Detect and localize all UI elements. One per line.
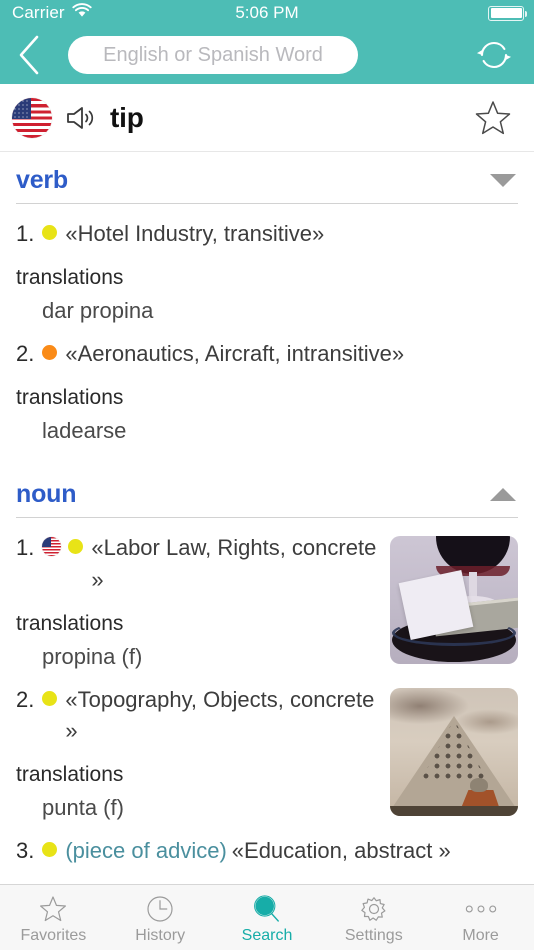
nav-bar: English or Spanish Word [0,26,534,84]
status-bar: Carrier 5:06 PM [0,0,534,26]
app-root: Carrier 5:06 PM English or Spanish Word [0,0,534,950]
favorite-button[interactable] [470,95,516,141]
wine-glass-tip-thumbnail[interactable] [390,535,518,664]
search-placeholder: English or Spanish Word [103,43,323,66]
star-icon [38,894,68,924]
search-input[interactable]: English or Spanish Word [68,36,358,74]
pos-title: noun [16,479,77,508]
chevron-left-icon [19,35,39,75]
sense-gloss: (piece of advice) [65,838,227,864]
triangle-up-icon[interactable] [488,483,518,505]
tab-label: Search [241,927,293,944]
pos-section-noun: noun 1. «Labor Law, Rights, concrete » t… [0,466,534,867]
sense-row: 2. «Topography, Objects, concrete » tran… [0,670,534,822]
category-dot [68,538,84,554]
sense-tags: «Aeronautics, Aircraft, intransitive» [65,340,405,366]
sense-heading: 1. «Labor Law, Rights, concrete » [16,518,380,596]
headword: tip [110,101,144,133]
pyramid-thumbnail[interactable] [390,687,518,816]
swap-languages-icon [476,41,512,69]
translations-label: translations [16,265,124,289]
translation-item[interactable]: punta (f) [16,787,380,821]
tab-label: More [462,927,499,944]
star-outline-icon [475,100,511,134]
sense-number: 1. [16,221,35,246]
definitions-scroll-area[interactable]: verb 1. «Hotel Industry, transitive» tra… [0,152,534,884]
status-bar-right [488,0,527,26]
tab-search[interactable]: Search [214,885,321,950]
pos-header-noun[interactable]: noun [0,466,534,515]
sense-heading: 3. (piece of advice) «Education, abstrac… [16,821,518,867]
battery-full-icon [488,5,527,21]
category-dot [42,225,58,240]
sense-heading: 2. «Aeronautics, Aircraft, intransitive» [16,324,518,370]
sense-row: 3. (piece of advice) «Education, abstrac… [0,821,534,867]
translations-label: translations [16,385,124,409]
tab-settings[interactable]: Settings [320,885,427,950]
sense-content: 3. (piece of advice) «Education, abstrac… [16,821,518,867]
magnifier-icon [252,894,282,924]
ellipsis-icon [459,894,503,924]
sense-content: 1. «Hotel Industry, transitive» translat… [16,204,518,324]
sense-number: 2. [16,340,35,366]
tab-favorites[interactable]: Favorites [0,885,107,950]
tab-label: Settings [344,927,403,944]
sense-number: 3. [16,838,35,864]
sense-row: 2. «Aeronautics, Aircraft, intransitive»… [0,324,534,444]
category-dot [42,842,58,858]
category-dot [42,690,58,706]
word-header: tip [0,84,534,152]
pos-title: verb [16,166,69,194]
sense-heading: 1. «Hotel Industry, transitive» [16,204,518,250]
sense-heading: 2. «Topography, Objects, concrete » [16,670,380,748]
sense-tags: «Hotel Industry, transitive» [65,221,325,246]
clock-icon [145,894,175,924]
pronounce-button[interactable] [58,96,102,140]
triangle-down-icon[interactable] [488,170,518,192]
pos-header-verb[interactable]: verb [0,152,534,201]
translation-item[interactable]: ladearse [16,410,518,444]
us-flag-icon [12,97,52,138]
sense-row: 1. «Hotel Industry, transitive» translat… [0,204,534,324]
sense-content: 2. «Aeronautics, Aircraft, intransitive»… [16,324,518,444]
translations-label: translations [16,763,124,787]
category-dot [42,344,58,360]
gear-icon [359,894,389,924]
back-button[interactable] [16,31,64,79]
status-bar-time: 5:06 PM [235,3,299,22]
us-flag-icon [42,536,62,556]
tab-history[interactable]: History [107,885,214,950]
sense-tags: «Labor Law, Rights, concrete » [91,534,377,592]
sense-tags: «Topography, Objects, concrete » [65,686,375,744]
sense-number: 2. [16,686,35,712]
tab-label: History [135,927,186,944]
sense-tags: «Education, abstract » [231,838,451,864]
tab-more[interactable]: More [427,885,534,950]
tab-bar: Favorites History Search Settings More [0,884,534,950]
translation-item[interactable]: dar propina [16,290,518,324]
sense-content: 1. «Labor Law, Rights, concrete » transl… [16,518,380,670]
sense-content: 2. «Topography, Objects, concrete » tran… [16,670,380,822]
speaker-icon [67,106,94,129]
sense-row: 1. «Labor Law, Rights, concrete » transl… [0,518,534,670]
translations-label: translations [16,611,124,635]
sense-number: 1. [16,534,35,560]
swap-languages-button[interactable] [470,31,518,79]
tab-label: Favorites [20,927,87,944]
translation-item[interactable]: propina (f) [16,636,380,670]
pos-section-verb: verb 1. «Hotel Industry, transitive» tra… [0,152,534,444]
